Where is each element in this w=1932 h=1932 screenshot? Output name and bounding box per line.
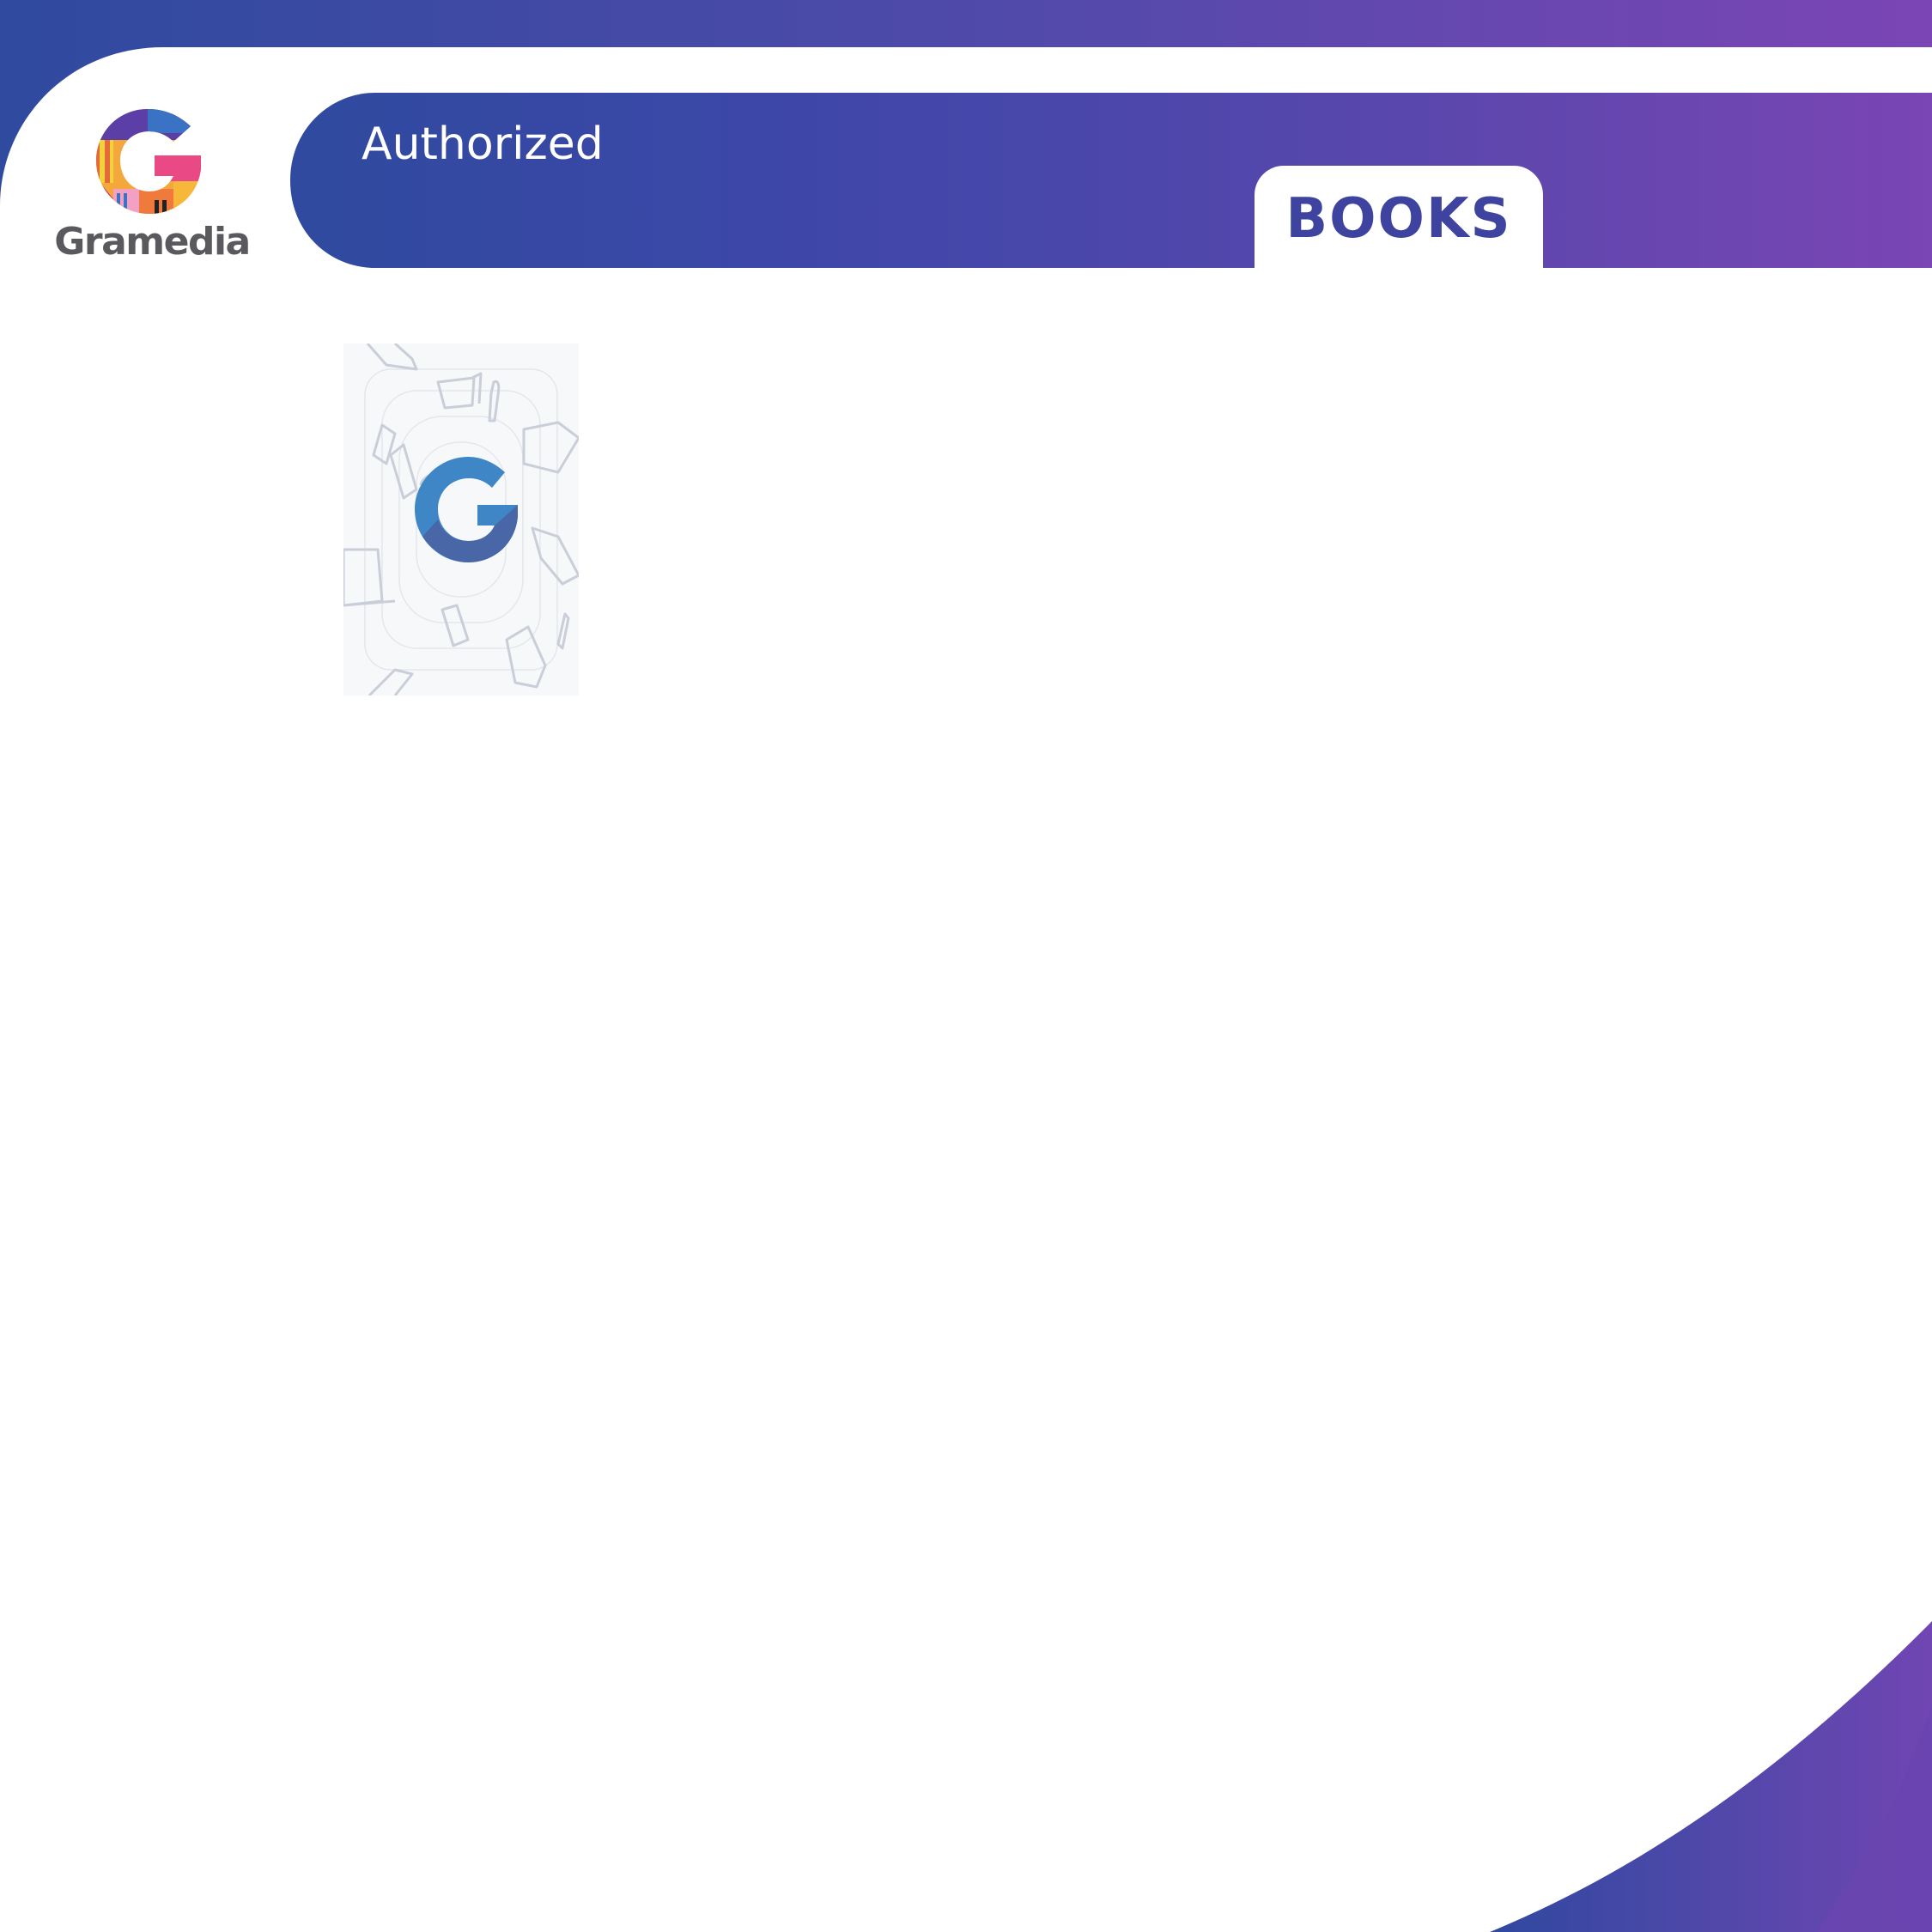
banner-title: Authorized (361, 118, 604, 170)
certificate-page: Gramedia Authorized BOOKS (0, 0, 1932, 1932)
books-tab-label: BOOKS (1285, 187, 1512, 251)
book-cover-image (343, 343, 579, 696)
books-tab: BOOKS (1255, 166, 1543, 269)
gramedia-logo: Gramedia (53, 107, 251, 266)
gramedia-multicolor-g-icon (96, 109, 201, 214)
decorative-frame (0, 0, 1932, 1932)
gramedia-wordmark: Gramedia (54, 220, 251, 264)
